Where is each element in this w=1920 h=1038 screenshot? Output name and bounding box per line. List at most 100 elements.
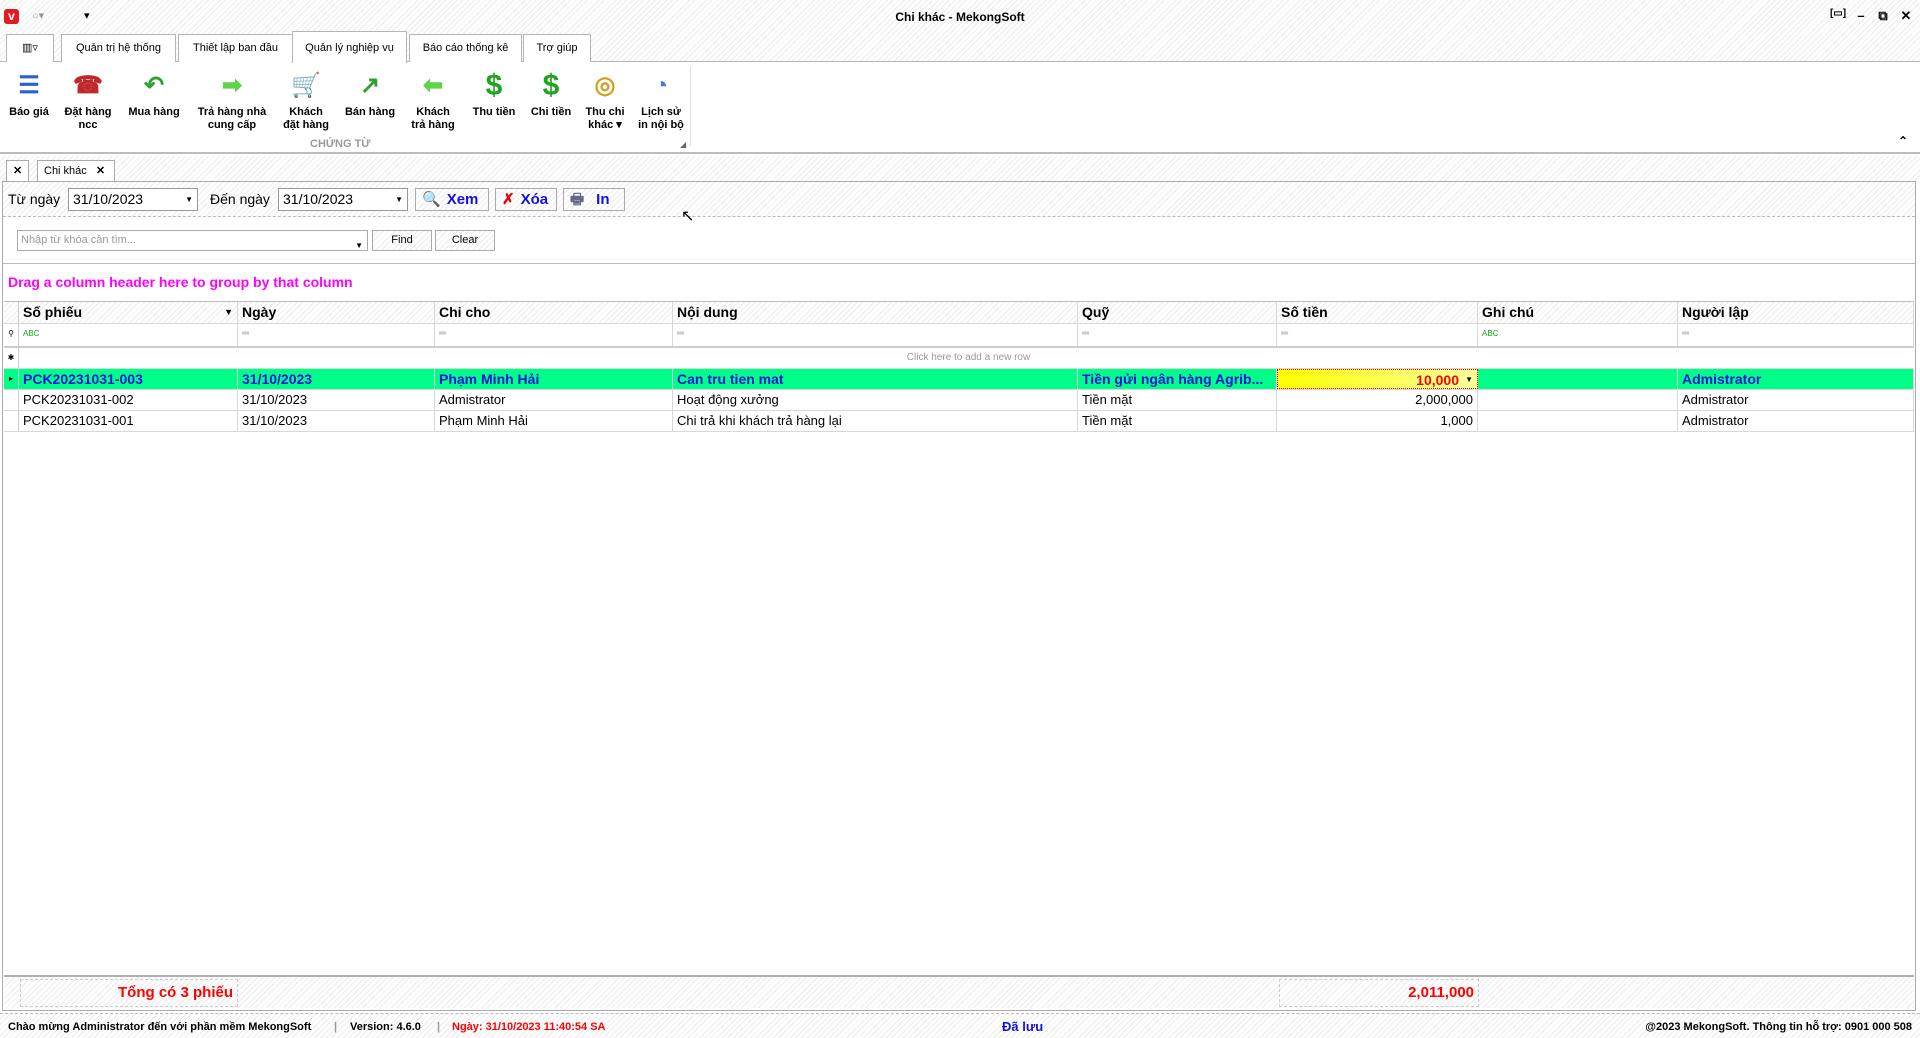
search-input[interactable]: Nhập từ khóa cần tìm... ▼ bbox=[17, 230, 368, 251]
group-expand-icon[interactable]: ◢ bbox=[680, 140, 686, 149]
restore-button[interactable]: ⧉ bbox=[1874, 8, 1892, 24]
filter-icon: ⚲ bbox=[8, 329, 14, 338]
new-row[interactable]: ✱ Click here to add a new row bbox=[4, 348, 1914, 369]
tab-tro-giup[interactable]: Trợ giúp bbox=[523, 34, 591, 62]
column-header[interactable]: Quỹ bbox=[1078, 302, 1277, 323]
cell-so-tien[interactable]: 2,000,000 bbox=[1277, 390, 1478, 410]
filter-cell[interactable]: ═ bbox=[435, 324, 673, 346]
ribbon-button-1[interactable]: ☎ Đặt hàng ncc bbox=[58, 68, 118, 132]
tab-quan-tri[interactable]: Quản trị hệ thống bbox=[61, 34, 176, 62]
ribbon-button-9[interactable]: ◎ Thu chi khác ▾ bbox=[580, 68, 630, 132]
cell-ngay[interactable]: 31/10/2023 bbox=[238, 390, 435, 410]
ribbon-button-6[interactable]: ⬅ Khách trả hàng bbox=[406, 68, 460, 132]
cell-so-phieu[interactable]: PCK20231031-002 bbox=[19, 390, 238, 410]
ribbon-button-label: Báo giá bbox=[9, 106, 49, 118]
clear-button[interactable]: Clear bbox=[435, 230, 495, 251]
chevron-down-icon[interactable]: ▼ bbox=[1465, 370, 1473, 388]
column-header[interactable]: Ghi chú bbox=[1478, 302, 1678, 323]
row-indicator[interactable]: ⚲ bbox=[4, 324, 19, 346]
chevron-down-icon[interactable]: ▼ bbox=[355, 236, 363, 255]
ribbon-menu-icon[interactable]: ▥▿ bbox=[6, 34, 54, 62]
cell-so-tien[interactable]: 10,000 ▼ bbox=[1277, 369, 1478, 389]
cell-nguoi-lap[interactable]: Admistrator bbox=[1678, 390, 1914, 410]
new-row-hint[interactable]: Click here to add a new row bbox=[19, 348, 1914, 368]
print-button[interactable]: 🖶 In bbox=[563, 188, 625, 211]
cell-noi-dung[interactable]: Hoạt động xưởng bbox=[673, 390, 1078, 410]
filter-cell[interactable]: ═ bbox=[1078, 324, 1277, 346]
cell-nguoi-lap[interactable]: Admistrator bbox=[1678, 369, 1914, 389]
telephone-icon: ☎ bbox=[73, 71, 103, 99]
cell-ngay[interactable]: 31/10/2023 bbox=[238, 369, 435, 389]
row-indicator[interactable] bbox=[4, 411, 19, 431]
column-header[interactable]: Số phiếu ▼ bbox=[19, 302, 238, 323]
ribbon-button-0[interactable]: ☰ Báo giá bbox=[4, 68, 54, 119]
filter-cell[interactable]: ═ bbox=[1678, 324, 1914, 346]
close-button[interactable]: ✕ bbox=[1897, 8, 1915, 24]
cell-chi-cho[interactable]: Phạm Minh Hải bbox=[435, 369, 673, 389]
collapse-ribbon-icon[interactable]: ⌃ bbox=[1898, 134, 1908, 148]
column-header[interactable]: Chi cho bbox=[435, 302, 673, 323]
filter-cell[interactable]: ABC bbox=[19, 324, 238, 346]
ribbon-button-3[interactable]: ➡ Trả hàng nhà cung cấp bbox=[192, 68, 272, 132]
close-tab-icon[interactable]: ✕ bbox=[96, 165, 105, 177]
cell-so-tien[interactable]: 1,000 bbox=[1277, 411, 1478, 431]
column-header[interactable]: Nội dung bbox=[673, 302, 1078, 323]
row-indicator[interactable] bbox=[4, 390, 19, 410]
ribbon-button-7[interactable]: $ Thu tiền bbox=[466, 68, 522, 119]
to-date-input[interactable]: 31/10/2023 ▼ bbox=[278, 188, 408, 211]
cell-noi-dung[interactable]: Can tru tien mat bbox=[673, 369, 1078, 389]
ribbon-button-10[interactable]: ◔ Lịch sử in nội bộ bbox=[632, 68, 690, 132]
cell-quy[interactable]: Tiền mặt bbox=[1078, 390, 1277, 410]
cell-noi-dung[interactable]: Chi trả khi khách trả hàng lại bbox=[673, 411, 1078, 431]
view-button[interactable]: 🔍 Xem bbox=[415, 188, 489, 211]
cell-chi-cho[interactable]: Phạm Minh Hải bbox=[435, 411, 673, 431]
cell-chi-cho[interactable]: Admistrator bbox=[435, 390, 673, 410]
filter-cell[interactable]: ═ bbox=[673, 324, 1078, 346]
from-date-input[interactable]: 31/10/2023 ▼ bbox=[68, 188, 198, 211]
filter-row[interactable]: ⚲ ABC ═ ═ ═ ═ ═ ABC ═ bbox=[4, 324, 1914, 348]
tab-thiet-lap[interactable]: Thiết lập ban đầu bbox=[178, 34, 293, 62]
fullscreen-icon[interactable]: [▭] bbox=[1829, 8, 1847, 24]
ribbon-tabs: ▥▿ Quản trị hệ thống Thiết lập ban đầu Q… bbox=[0, 31, 1920, 63]
group-label: CHỨNG TỪ bbox=[310, 138, 371, 150]
grid-header[interactable]: Số phiếu ▼ Ngày Chi cho Nội dung Quỹ Số tiền Gh… bbox=[4, 301, 1914, 324]
chevron-down-icon[interactable]: ▼ bbox=[395, 189, 403, 210]
sort-dropdown-icon[interactable]: ▼ bbox=[224, 302, 233, 322]
column-header[interactable]: Số tiền bbox=[1277, 302, 1478, 323]
table-row[interactable]: PCK20231031-001 31/10/2023 Phạm Minh Hải Ch… bbox=[4, 411, 1914, 432]
doc-tab-chi-khac[interactable]: Chi khác ✕ bbox=[37, 160, 115, 181]
ribbon-button-4[interactable]: 🛒 Khách đặt hàng bbox=[280, 68, 332, 132]
to-date-value: 31/10/2023 bbox=[283, 191, 354, 207]
row-indicator[interactable]: ✱ bbox=[4, 348, 19, 368]
filter-cell[interactable]: ═ bbox=[1277, 324, 1478, 346]
chevron-down-icon[interactable]: ▼ bbox=[185, 189, 193, 210]
ribbon-button-2[interactable]: ↶ Mua hàng bbox=[122, 68, 186, 119]
row-indicator[interactable]: ▸ bbox=[4, 369, 19, 389]
tab-quan-ly-nghiep-vu[interactable]: Quản lý nghiệp vụ bbox=[292, 31, 407, 63]
filter-cell[interactable]: ABC bbox=[1478, 324, 1678, 346]
cell-ghi-chu[interactable] bbox=[1478, 369, 1678, 389]
minimize-button[interactable]: – bbox=[1852, 8, 1870, 24]
filter-cell[interactable]: ═ bbox=[238, 324, 435, 346]
cell-so-phieu[interactable]: PCK20231031-003 bbox=[19, 369, 238, 389]
cell-ngay[interactable]: 31/10/2023 bbox=[238, 411, 435, 431]
cell-so-phieu[interactable]: PCK20231031-001 bbox=[19, 411, 238, 431]
cell-ghi-chu[interactable] bbox=[1478, 411, 1678, 431]
cell-quy[interactable]: Tiền mặt bbox=[1078, 411, 1277, 431]
table-row[interactable]: PCK20231031-002 31/10/2023 Admistrator Hoạt… bbox=[4, 390, 1914, 411]
column-header[interactable]: Người lập bbox=[1678, 302, 1914, 323]
delete-button[interactable]: ✗ Xóa bbox=[495, 188, 557, 211]
cell-ghi-chu[interactable] bbox=[1478, 390, 1678, 410]
cell-quy[interactable]: Tiền gửi ngân hàng Agrib... bbox=[1078, 369, 1277, 389]
row-indicator[interactable] bbox=[4, 302, 19, 323]
find-button[interactable]: Find bbox=[372, 230, 432, 251]
cell-nguoi-lap[interactable]: Admistrator bbox=[1678, 411, 1914, 431]
ribbon-button-5[interactable]: ↗ Bán hàng bbox=[340, 68, 400, 119]
column-header[interactable]: Ngày bbox=[238, 302, 435, 323]
tab-bao-cao[interactable]: Báo cáo thống kê bbox=[409, 34, 522, 62]
ribbon-button-label: Mua hàng bbox=[128, 106, 180, 118]
table-row[interactable]: ▸ PCK20231031-003 31/10/2023 Phạm Minh Hải C… bbox=[4, 369, 1914, 390]
close-all-icon[interactable]: ✕ bbox=[6, 160, 30, 181]
ribbon-button-8[interactable]: $ Chi tiền bbox=[524, 68, 578, 119]
text-filter-icon: ABC bbox=[1482, 329, 1499, 338]
